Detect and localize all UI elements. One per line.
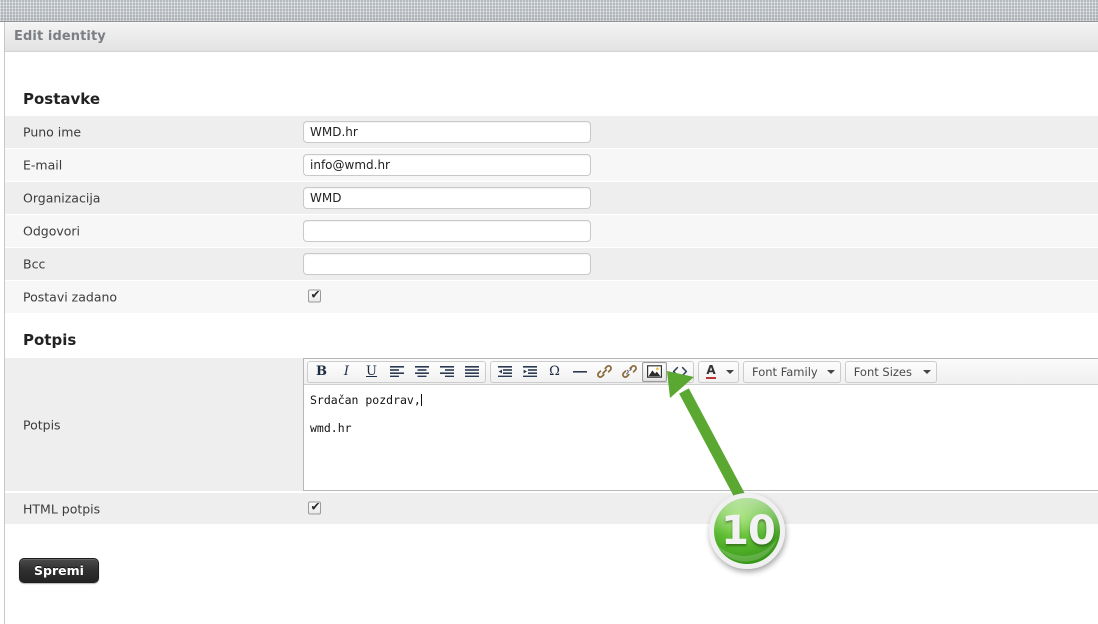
font-sizes-chevron-down-icon — [922, 369, 931, 374]
identity-settings-panel: Edit identity Postavke Puno ime E-mail Org… — [4, 22, 1098, 624]
insert-image-icon[interactable] — [642, 361, 667, 382]
field-label: Organizacija — [23, 190, 101, 206]
html-signature-label: HTML potpis — [23, 501, 101, 516]
insert-link-icon[interactable] — [592, 362, 617, 382]
field-label: Odgovori — [23, 223, 81, 239]
save-button[interactable]: Spremi — [19, 558, 99, 583]
desktop-top-strip — [0, 0, 1098, 22]
font-sizes-select[interactable]: Font Sizes — [844, 360, 937, 383]
signature-row-label: Potpis — [23, 417, 61, 432]
field-control — [303, 187, 591, 209]
field-label: Postavi zadano — [23, 289, 118, 305]
form-row: Odgovori — [5, 215, 1098, 248]
form-row: Postavi zadano — [5, 281, 1098, 314]
align-justify-icon[interactable] — [459, 362, 484, 382]
toolbar-group-format: B I U — [307, 360, 486, 383]
special-char-icon[interactable]: Ω — [542, 362, 567, 382]
font-family-chevron-down-icon — [826, 369, 835, 374]
window-titlebar: Edit identity — [5, 22, 1098, 52]
annotation-badge-number: 10 — [721, 508, 776, 554]
signature-line-site: wmd.hr — [310, 420, 352, 435]
text-input[interactable] — [303, 154, 591, 176]
font-sizes-label: Font Sizes — [853, 364, 912, 379]
field-label: Puno ime — [23, 124, 82, 140]
align-center-icon[interactable] — [409, 362, 434, 382]
toolbar-group-color: A — [698, 360, 739, 383]
text-input[interactable] — [303, 220, 591, 242]
align-right-icon[interactable] — [434, 362, 459, 382]
signature-blank-line — [310, 408, 1093, 422]
signature-row: Potpis B I U Ω A Font Family Font Sizes … — [5, 358, 1098, 491]
signature-line-greeting: Srdačan pozdrav, — [310, 393, 1093, 408]
field-control — [303, 253, 591, 275]
text-input[interactable] — [303, 253, 591, 275]
window-title: Edit identity — [14, 29, 106, 44]
html-signature-row: HTML potpis — [5, 492, 1098, 524]
set-default-checkbox[interactable] — [308, 288, 322, 303]
signature-section-heading: Potpis — [23, 331, 77, 349]
field-control — [308, 288, 322, 307]
font-family-label: Font Family — [752, 364, 818, 379]
html-signature-checkbox[interactable] — [308, 499, 322, 514]
field-label: Bcc — [23, 256, 46, 272]
signature-edit-area[interactable]: Srdačan pozdrav, wmd.hr — [304, 386, 1098, 490]
text-input[interactable] — [303, 187, 591, 209]
underline-icon[interactable]: U — [359, 362, 384, 382]
signature-greeting-text: Srdačan pozdrav, — [310, 393, 421, 407]
source-code-icon[interactable] — [667, 362, 692, 382]
rich-text-editor: B I U Ω A Font Family Font Sizes Srdačan… — [303, 358, 1098, 491]
align-left-icon[interactable] — [384, 362, 409, 382]
italic-icon[interactable]: I — [334, 362, 359, 382]
field-label: E-mail — [23, 157, 63, 173]
text-input[interactable] — [303, 121, 591, 143]
html-signature-field — [308, 499, 322, 518]
settings-form: Puno ime E-mail Organizacija Odgovori Bcc Pos… — [5, 116, 1098, 314]
text-cursor — [420, 394, 422, 406]
text-color-icon[interactable]: A — [700, 362, 722, 382]
bold-icon[interactable]: B — [309, 362, 334, 382]
unlink-icon[interactable] — [617, 362, 642, 382]
text-color-letter: A — [706, 363, 716, 379]
form-row: Puno ime — [5, 116, 1098, 149]
screen-root: Edit identity Postavke Puno ime E-mail Org… — [0, 0, 1098, 624]
form-row: E-mail — [5, 149, 1098, 182]
field-control — [303, 121, 591, 143]
field-control — [303, 220, 591, 242]
field-control — [303, 154, 591, 176]
form-row: Organizacija — [5, 182, 1098, 215]
indent-icon[interactable] — [517, 362, 542, 382]
font-family-select[interactable]: Font Family — [743, 360, 841, 383]
horizontal-rule-icon[interactable] — [567, 362, 592, 382]
settings-section-heading: Postavke — [23, 90, 101, 108]
text-color-chevron-down-icon[interactable] — [722, 369, 737, 374]
editor-toolbar: B I U Ω A Font Family Font Sizes — [304, 359, 1098, 385]
toolbar-group-insert: Ω — [490, 360, 694, 383]
form-row: Bcc — [5, 248, 1098, 281]
outdent-icon[interactable] — [492, 362, 517, 382]
